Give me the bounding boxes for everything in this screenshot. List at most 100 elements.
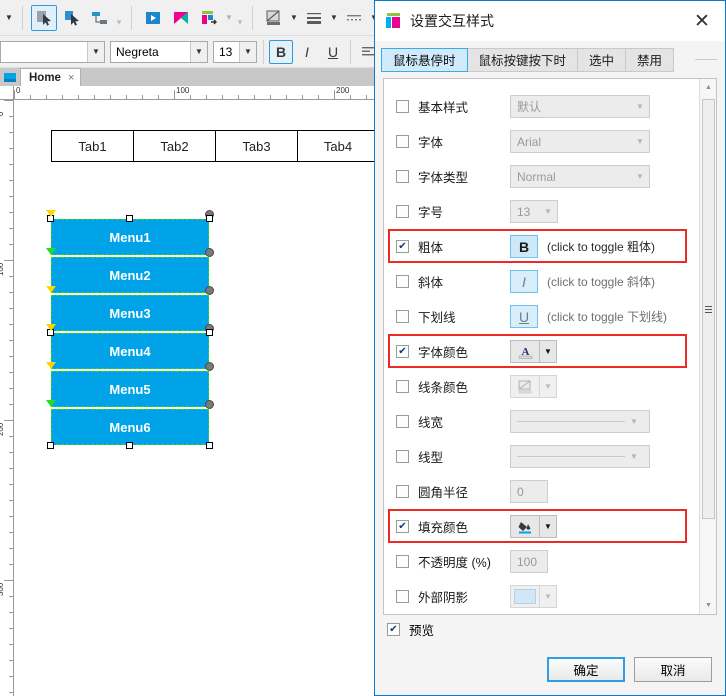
rotate-handle-icon[interactable] bbox=[46, 324, 56, 331]
italic-toggle-button[interactable]: I bbox=[510, 270, 538, 293]
select-font-size[interactable]: 13 ▼ bbox=[510, 200, 558, 223]
select-font-style[interactable]: Normal ▼ bbox=[510, 165, 650, 188]
checkbox-italic[interactable] bbox=[396, 275, 409, 288]
state-tab-hover[interactable]: 鼠标悬停时 bbox=[381, 47, 468, 72]
form-scrollbar[interactable]: ▲ ▼ bbox=[699, 79, 716, 614]
checkbox-font-size[interactable] bbox=[396, 205, 409, 218]
connector-line-icon[interactable] bbox=[87, 5, 113, 31]
chevron-down-icon[interactable]: ▼ bbox=[540, 515, 557, 538]
chevron-down-icon[interactable]: ▼ bbox=[190, 41, 207, 62]
chevron-down-icon[interactable]: ▼ bbox=[87, 41, 104, 62]
cancel-button[interactable]: 取消 bbox=[634, 656, 712, 682]
checkbox-opacity[interactable] bbox=[396, 555, 409, 568]
checkbox-base-style[interactable] bbox=[396, 100, 409, 113]
chevron-down-icon[interactable]: ▼ bbox=[631, 102, 649, 111]
select-arrow-icon[interactable] bbox=[31, 4, 57, 31]
select-connector-icon[interactable] bbox=[59, 5, 85, 31]
connector-handle[interactable] bbox=[205, 248, 214, 257]
checkbox-line-color[interactable] bbox=[396, 380, 409, 393]
select-line-style[interactable]: ▼ bbox=[510, 445, 650, 468]
resize-handle-e[interactable] bbox=[206, 329, 213, 336]
outer-shadow-picker[interactable]: ▼ bbox=[510, 585, 557, 608]
menu-item[interactable]: Menu4 bbox=[46, 324, 214, 369]
checkbox-line-style[interactable] bbox=[396, 450, 409, 463]
rotate-handle-icon[interactable] bbox=[46, 400, 56, 407]
state-tab-mousedown[interactable]: 鼠标按键按下时 bbox=[466, 47, 579, 72]
chevron-down-icon[interactable]: ▼ bbox=[625, 417, 643, 426]
chevron-down-icon[interactable]: ▼ bbox=[625, 452, 643, 461]
menu-button-stack[interactable]: Menu1 Menu2 Menu3 Menu4 Menu5 Menu6 bbox=[46, 210, 214, 449]
menu-item[interactable]: Menu1 bbox=[46, 210, 214, 255]
resize-handle-s[interactable] bbox=[126, 442, 133, 449]
line-style-icon[interactable] bbox=[341, 5, 367, 31]
outer-shadow-icon[interactable] bbox=[510, 585, 540, 608]
resize-handle-sw[interactable] bbox=[47, 442, 54, 449]
preview-play-icon[interactable] bbox=[140, 5, 166, 31]
checkbox-preview[interactable] bbox=[387, 622, 400, 636]
select-font[interactable]: Arial ▼ bbox=[510, 130, 650, 153]
rotate-handle-icon[interactable] bbox=[46, 210, 56, 217]
chevron-down-icon[interactable]: ▼ bbox=[631, 137, 649, 146]
chevron-down-icon[interactable]: ▼ bbox=[540, 585, 557, 608]
checkbox-fill-color[interactable] bbox=[396, 520, 409, 533]
scroll-down-icon[interactable]: ▼ bbox=[700, 597, 716, 614]
close-icon[interactable]: × bbox=[68, 72, 74, 84]
connector-handle[interactable] bbox=[205, 286, 214, 295]
menu-item[interactable]: Menu6 bbox=[46, 400, 214, 449]
ok-button[interactable]: 确定 bbox=[547, 656, 625, 682]
toolbar-overflow-icon[interactable]: ▾ bbox=[114, 5, 124, 31]
menu-item[interactable]: Menu2 bbox=[46, 248, 214, 293]
menu-item[interactable]: Menu3 bbox=[46, 286, 214, 331]
tab-widget[interactable]: Tab1 Tab2 Tab3 Tab4 bbox=[51, 130, 379, 162]
italic-button[interactable]: I bbox=[295, 40, 319, 64]
bold-button[interactable]: B bbox=[269, 39, 293, 64]
connector-handle[interactable] bbox=[205, 400, 214, 409]
font-size-combo[interactable]: 13 ▼ bbox=[213, 40, 257, 63]
rotate-handle-icon[interactable] bbox=[46, 362, 56, 369]
fill-color-dropdown-caret-icon[interactable]: ▼ bbox=[288, 5, 300, 31]
canvas-tab-1[interactable]: Tab1 bbox=[51, 130, 133, 162]
publish-icon[interactable] bbox=[168, 5, 194, 31]
select-base-style[interactable]: 默认 ▼ bbox=[510, 95, 650, 118]
fill-color-icon[interactable] bbox=[261, 5, 287, 31]
menu-item[interactable]: Menu5 bbox=[46, 362, 214, 407]
connector-handle[interactable] bbox=[205, 362, 214, 371]
canvas-tab-4[interactable]: Tab4 bbox=[297, 130, 379, 162]
underline-button[interactable]: U bbox=[321, 40, 345, 64]
scroll-up-icon[interactable]: ▲ bbox=[700, 79, 716, 96]
fill-color-icon[interactable] bbox=[510, 515, 540, 538]
mode-dropdown-caret-icon[interactable]: ▼ bbox=[3, 5, 15, 31]
resize-handle-n[interactable] bbox=[126, 215, 133, 222]
checkbox-line-width[interactable] bbox=[396, 415, 409, 428]
select-line-width[interactable]: ▼ bbox=[510, 410, 650, 433]
scrollbar-thumb[interactable] bbox=[702, 99, 715, 519]
checkbox-outer-shadow[interactable] bbox=[396, 590, 409, 603]
export-dropdown-caret-icon[interactable]: ▼ bbox=[223, 5, 235, 31]
font-color-icon[interactable]: A bbox=[510, 340, 540, 363]
rotate-handle-icon[interactable] bbox=[46, 248, 56, 255]
canvas-tab-2[interactable]: Tab2 bbox=[133, 130, 215, 162]
line-weight-dropdown-caret-icon[interactable]: ▼ bbox=[328, 5, 340, 31]
chevron-down-icon[interactable]: ▼ bbox=[540, 340, 557, 363]
rotate-handle-icon[interactable] bbox=[46, 286, 56, 293]
checkbox-bold[interactable] bbox=[396, 240, 409, 253]
toolbar-overflow-icon[interactable]: ▾ bbox=[235, 5, 245, 31]
bold-toggle-button[interactable]: B bbox=[510, 235, 538, 258]
checkbox-font-color[interactable] bbox=[396, 345, 409, 358]
checkbox-corner-radius[interactable] bbox=[396, 485, 409, 498]
input-corner-radius[interactable]: 0 bbox=[510, 480, 548, 503]
preview-option[interactable]: 预览 bbox=[375, 615, 725, 643]
fill-color-picker[interactable]: ▼ bbox=[510, 515, 557, 538]
state-tab-selected[interactable]: 选中 bbox=[577, 47, 627, 72]
line-color-picker[interactable]: ▼ bbox=[510, 375, 557, 398]
close-icon[interactable]: ✕ bbox=[685, 6, 719, 36]
document-tab-home[interactable]: Home × bbox=[20, 68, 82, 86]
chevron-down-icon[interactable]: ▼ bbox=[539, 207, 557, 216]
line-color-icon[interactable] bbox=[510, 375, 540, 398]
resize-handle-se[interactable] bbox=[206, 442, 213, 449]
state-tab-disabled[interactable]: 禁用 bbox=[625, 47, 675, 72]
chevron-down-icon[interactable]: ▼ bbox=[239, 41, 256, 62]
canvas-tab-3[interactable]: Tab3 bbox=[215, 130, 297, 162]
font-color-picker[interactable]: A ▼ bbox=[510, 340, 557, 363]
input-opacity[interactable]: 100 bbox=[510, 550, 548, 573]
